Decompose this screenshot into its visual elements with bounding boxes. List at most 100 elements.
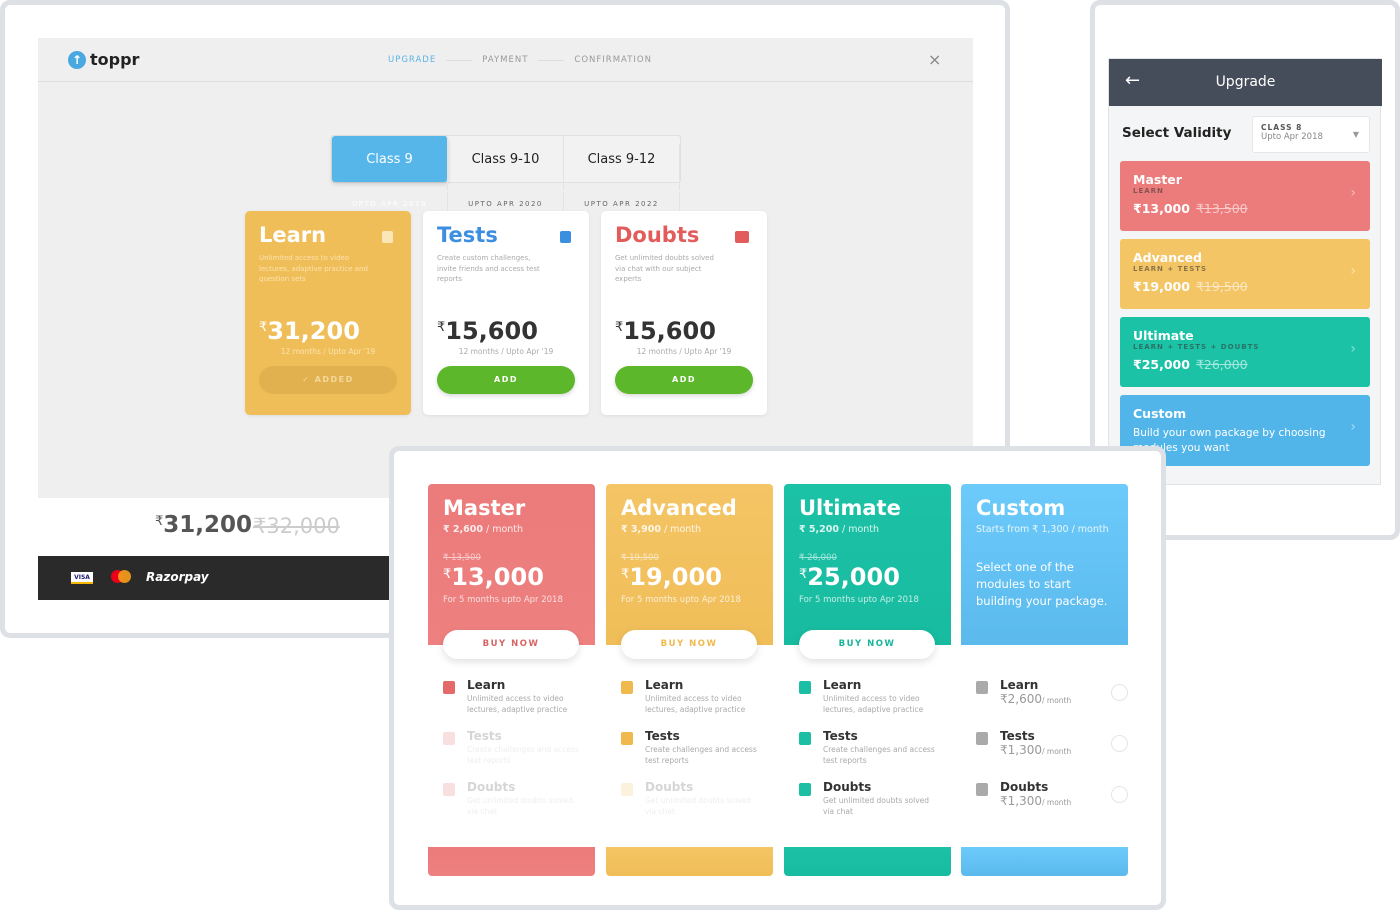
mastercard-logo-part bbox=[118, 570, 131, 583]
tab-class-9[interactable]: Class 9 UPTO APR 2019 bbox=[332, 136, 448, 238]
feature-description: Unlimited access to video lectures, adap… bbox=[467, 694, 568, 714]
package-name: Advanced bbox=[1133, 250, 1202, 265]
book-icon bbox=[443, 681, 455, 694]
module-description: Unlimited access to video lectures, adap… bbox=[259, 254, 368, 283]
feature-description: Unlimited access to video lectures, adap… bbox=[645, 694, 746, 714]
added-button[interactable]: ✓ ADDED bbox=[259, 366, 397, 394]
feature-tests: Tests Create challenges and access test r… bbox=[443, 729, 593, 766]
mobile-screen: ← Upgrade Select Validity CLASS 8 Upto A… bbox=[1108, 58, 1382, 485]
select-radio[interactable] bbox=[1111, 735, 1128, 752]
feature-learn: Learn Unlimited access to video lectures,… bbox=[799, 678, 949, 715]
book-icon bbox=[382, 231, 393, 243]
plan-header: Master ₹ 2,600 / month ₹ 13,500 ₹13,000 F… bbox=[428, 484, 595, 645]
feature-description: Unlimited access to video lectures, adap… bbox=[823, 694, 924, 714]
package-advanced[interactable]: Advanced LEARN + TESTS ₹19,000 ₹19,500 › bbox=[1120, 239, 1370, 309]
per-month: / month bbox=[1042, 747, 1072, 756]
buy-now-button[interactable]: BUY NOW bbox=[799, 630, 935, 659]
dropdown-validity: Upto Apr 2018 bbox=[1261, 132, 1323, 142]
plan-master: Master ₹ 2,600 / month ₹ 13,500 ₹13,000 F… bbox=[428, 484, 595, 876]
divider bbox=[446, 59, 473, 61]
tab-class-9-10[interactable]: Class 9-10 UPTO APR 2020 bbox=[448, 136, 564, 238]
feature-title: Tests bbox=[823, 729, 858, 743]
original-price: ₹26,000 bbox=[1195, 357, 1248, 372]
add-tests-button[interactable]: ADD bbox=[437, 366, 575, 394]
select-validity-label: Select Validity bbox=[1122, 125, 1232, 141]
stepper: UPGRADE PAYMENT CONFIRMATION bbox=[388, 55, 652, 65]
chevron-right-icon: › bbox=[1350, 263, 1356, 279]
feature-price: ₹2,600/ month bbox=[1000, 692, 1126, 706]
book-icon bbox=[976, 681, 988, 694]
original-price: ₹ 19,500 bbox=[621, 553, 659, 563]
original-price: ₹32,000 bbox=[253, 514, 340, 538]
tab-title: Class 9 bbox=[332, 144, 448, 190]
feature-title: Doubts bbox=[1000, 780, 1049, 794]
price-value: 25,000 bbox=[807, 563, 900, 591]
original-price: ₹ 26,000 bbox=[799, 553, 837, 563]
buy-now-button[interactable]: BUY NOW bbox=[621, 630, 757, 659]
feature-description: Create challenges and access test report… bbox=[467, 745, 579, 765]
plan-monthly: ₹ 5,200 / month bbox=[799, 524, 936, 535]
feature-description: Get unlimited doubts solved via chat bbox=[823, 796, 930, 816]
plan-header: Ultimate ₹ 5,200 / month ₹ 26,000 ₹25,000… bbox=[784, 484, 951, 645]
select-radio[interactable] bbox=[1111, 684, 1128, 701]
toppr-logo[interactable]: ↑ toppr bbox=[68, 50, 139, 69]
feature-learn[interactable]: Learn ₹2,600/ month bbox=[976, 678, 1128, 706]
price-value: 13,000 bbox=[451, 563, 544, 591]
monthly-price: ₹ 3,900 bbox=[621, 524, 661, 535]
add-doubts-button[interactable]: ADD bbox=[615, 366, 753, 394]
module-duration: 12 months / Upto Apr '19 bbox=[458, 347, 554, 356]
package-modules: LEARN bbox=[1133, 187, 1164, 195]
feature-title: Doubts bbox=[823, 780, 872, 794]
monthly-price: ₹ 2,600 bbox=[443, 524, 483, 535]
feature-tests: Tests Create challenges and access test r… bbox=[621, 729, 771, 766]
mobile-header: ← Upgrade bbox=[1109, 59, 1382, 106]
chevron-right-icon: › bbox=[1350, 185, 1356, 201]
test-icon bbox=[621, 732, 633, 745]
feature-title: Doubts bbox=[645, 780, 694, 794]
per-month: / month bbox=[482, 524, 524, 535]
module-duration: 12 months / Upto Apr '19 bbox=[280, 347, 376, 356]
step-payment: PAYMENT bbox=[482, 55, 529, 65]
book-icon bbox=[799, 681, 811, 694]
per-month: / month bbox=[838, 524, 880, 535]
module-title: Tests bbox=[437, 223, 498, 247]
tab-class-9-12[interactable]: Class 9-12 UPTO APR 2022 bbox=[564, 136, 680, 238]
price-value: ₹1,300 bbox=[1000, 794, 1042, 808]
plan-period: For 5 months upto Apr 2018 bbox=[443, 595, 563, 605]
feature-description: Get unlimited doubts solved via chat bbox=[645, 796, 752, 816]
feature-doubts: Doubts Get unlimited doubts solved via ch… bbox=[799, 780, 949, 817]
total-price: ₹31,200 bbox=[155, 512, 252, 538]
feature-description: Create challenges and access test report… bbox=[823, 745, 935, 765]
feature-description: Get unlimited doubts solved via chat bbox=[467, 796, 574, 816]
plan-price: ₹13,000 bbox=[443, 563, 580, 591]
price-value: ₹2,600 bbox=[1000, 692, 1042, 706]
plan-header: Advanced ₹ 3,900 / month ₹ 19,500 ₹19,000… bbox=[606, 484, 773, 645]
plan-footer-bar bbox=[606, 847, 773, 876]
plan-period: For 5 months upto Apr 2018 bbox=[621, 595, 741, 605]
feature-tests[interactable]: Tests ₹1,300/ month bbox=[976, 729, 1128, 757]
plan-footer-bar bbox=[961, 847, 1128, 876]
step-confirmation: CONFIRMATION bbox=[574, 55, 652, 65]
feature-doubts[interactable]: Doubts ₹1,300/ month bbox=[976, 780, 1128, 808]
plan-monthly: ₹ 2,600 / month bbox=[443, 524, 580, 535]
feature-title: Learn bbox=[823, 678, 862, 692]
feature-learn: Learn Unlimited access to video lectures,… bbox=[621, 678, 771, 715]
feature-learn: Learn Unlimited access to video lectures,… bbox=[443, 678, 593, 715]
module-title: Doubts bbox=[615, 223, 700, 247]
price-value: 19,000 bbox=[629, 563, 722, 591]
test-icon bbox=[976, 732, 988, 745]
feature-doubts: Doubts Get unlimited doubts solved via ch… bbox=[443, 780, 593, 817]
package-master[interactable]: Master LEARN ₹13,000 ₹13,500 › bbox=[1120, 161, 1370, 231]
validity-dropdown[interactable]: CLASS 8 Upto Apr 2018 ▼ bbox=[1252, 116, 1370, 153]
buy-now-button[interactable]: BUY NOW bbox=[443, 630, 579, 659]
package-price: ₹13,000 ₹13,500 bbox=[1133, 201, 1357, 216]
per-month: / month bbox=[1042, 798, 1072, 807]
feature-tests: Tests Create challenges and access test r… bbox=[799, 729, 949, 766]
price-value: 15,600 bbox=[445, 317, 538, 345]
feature-title: Learn bbox=[467, 678, 506, 692]
module-price: ₹15,600 bbox=[437, 317, 575, 345]
package-ultimate[interactable]: Ultimate LEARN + TESTS + DOUBTS ₹25,000 ₹… bbox=[1120, 317, 1370, 387]
close-icon[interactable]: × bbox=[928, 50, 941, 69]
select-radio[interactable] bbox=[1111, 786, 1128, 803]
price-value: ₹25,000 bbox=[1133, 357, 1190, 372]
